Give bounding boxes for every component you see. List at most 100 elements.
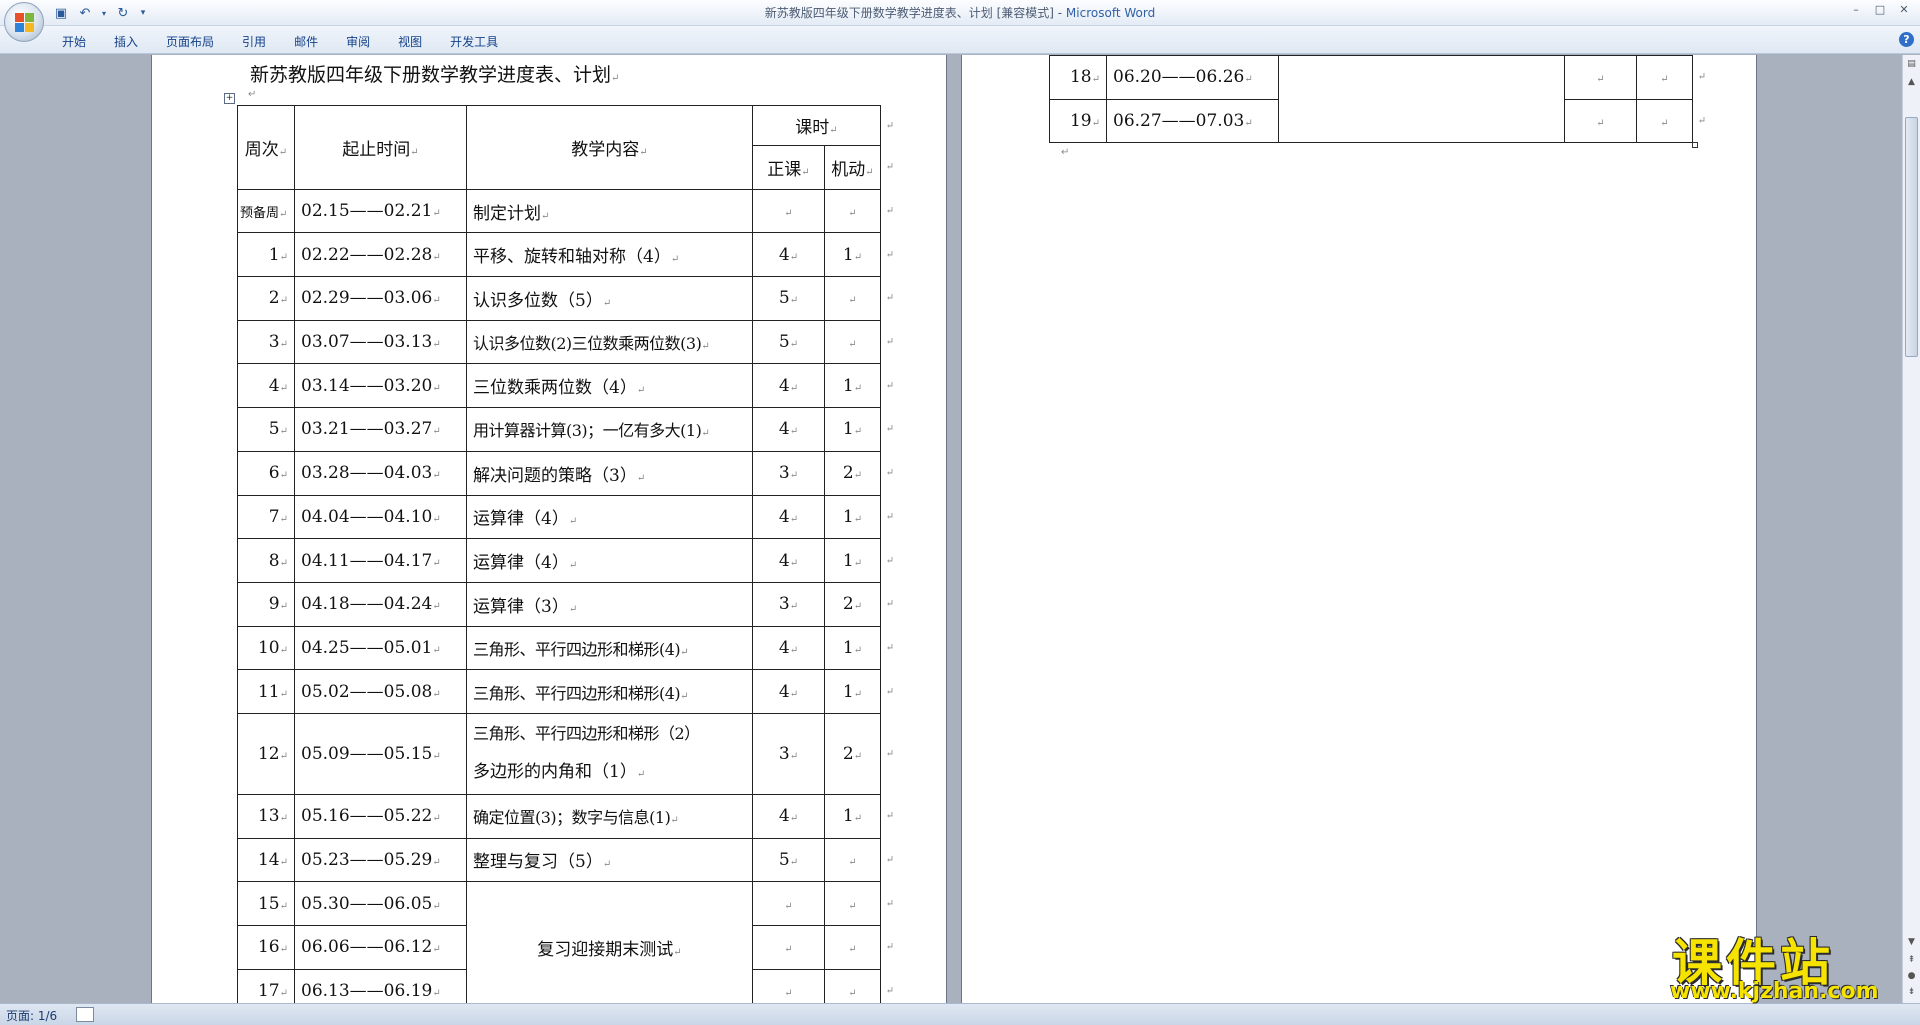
table-row: 7↵ 04.04——04.10↵ 运算律（4）↵ 4↵ 1↵ ↵ <box>237 494 894 540</box>
scroll-down-icon[interactable]: ▼ <box>1904 935 1919 950</box>
scroll-up-icon[interactable]: ▲ <box>1904 75 1919 90</box>
document-title: 新苏教版四年级下册数学教学进度表、计划↵ <box>250 64 620 86</box>
cell-dates: 02.22——02.28↵ <box>294 232 467 278</box>
cell-dates: 02.29——03.06↵ <box>294 276 467 321</box>
tab-mailings[interactable]: 邮件 <box>280 30 332 53</box>
cell-dates: 05.23——05.29↵ <box>294 837 467 883</box>
cell-flexible: ↵ ↵ <box>1636 55 1706 100</box>
ribbon-tabs: 开始 插入 页面布局 引用 邮件 审阅 视图 开发工具 <box>48 30 512 53</box>
proofing-status-icon[interactable] <box>76 1007 94 1022</box>
table-resize-handle-icon[interactable] <box>1692 142 1698 148</box>
cell-week: 8↵ <box>237 538 295 583</box>
cell-flexible: 2↵ ↵ <box>824 450 894 496</box>
cell-dates: 05.09——05.15↵ <box>294 712 467 795</box>
tab-insert[interactable]: 插入 <box>100 30 152 53</box>
table-row: 10↵ 04.25——05.01↵ 三角形、平行四边形和梯形(4)↵ 4↵ 1↵… <box>237 625 894 671</box>
cell-regular: 5↵ <box>752 276 825 321</box>
cell-flexible: 2↵ ↵ <box>824 712 894 795</box>
header-regular: 正课↵ <box>752 145 825 190</box>
office-button[interactable] <box>4 2 44 42</box>
cell-week: 18↵ <box>1049 55 1107 100</box>
cell-flexible: 1↵ ↵ <box>824 669 894 714</box>
cell-week: 3↵ <box>237 319 295 365</box>
window-controls: – □ ✕ <box>1844 0 1916 18</box>
cell-week: 9↵ <box>237 581 295 627</box>
vertical-scrollbar[interactable]: ▤ ▲ ▼ ⇞ ● ⇟ <box>1902 55 1920 1003</box>
tab-home[interactable]: 开始 <box>48 30 100 53</box>
scrollbar-thumb[interactable] <box>1905 117 1918 357</box>
schedule-table-continued[interactable]: 18↵ 06.20——06.26↵ ↵ ↵ ↵ 19↵ 06.27——07.03↵… <box>1049 55 1706 144</box>
previous-page-icon[interactable]: ⇞ <box>1904 953 1919 968</box>
cell-week: 5↵ <box>237 407 295 452</box>
cell-flexible: 1↵ ↵ <box>824 625 894 671</box>
minimize-button[interactable]: – <box>1844 0 1868 18</box>
document-area[interactable]: 新苏教版四年级下册数学教学进度表、计划↵ + ↵ 周次↵ 起止时间↵ 教学内容↵… <box>0 55 1902 1003</box>
table-row: 13↵ 05.16——05.22↵ 确定位置(3)；数字与信息(1)↵ 4↵ 1… <box>237 793 894 839</box>
table-row: 预备周↵ 02.15——02.21↵ 制定计划↵ ↵ ↵ ↵ <box>237 188 894 234</box>
table-row: 9↵ 04.18——04.24↵ 运算律（3）↵ 3↵ 2↵ ↵ <box>237 581 894 627</box>
cell-week: 17↵ <box>237 968 295 1003</box>
ruler-toggle-icon[interactable]: ▤ <box>1904 57 1919 72</box>
cell-regular: ↵ <box>1564 98 1637 144</box>
cell-content-merged: 复习迎接期末测试↵ <box>466 881 753 1003</box>
cell-content-merged <box>1278 55 1565 144</box>
cell-week: 19↵ <box>1049 98 1107 144</box>
cell-flexible: 1↵ ↵ <box>824 363 894 409</box>
cell-regular: 3↵ <box>752 450 825 496</box>
cell-content: 整理与复习（5）↵ <box>466 837 753 883</box>
cell-flexible: ↵ ↵ <box>824 276 894 321</box>
page-number-indicator[interactable]: 页面: 1/6 <box>6 1007 57 1024</box>
close-button[interactable]: ✕ <box>1892 0 1916 18</box>
cell-regular: ↵ <box>752 925 825 970</box>
cell-regular: 4↵ <box>752 232 825 278</box>
watermark-url: www.kjzhan.com <box>1670 979 1879 1004</box>
table-row: 5↵ 03.21——03.27↵ 用计算器计算(3)；一亿有多大(1)↵ 4↵ … <box>237 407 894 452</box>
office-logo-icon <box>15 13 35 33</box>
cell-dates: 03.21——03.27↵ <box>294 407 467 452</box>
maximize-button[interactable]: □ <box>1868 0 1892 18</box>
cell-flexible: 1↵ ↵ <box>824 407 894 452</box>
cell-regular: ↵ <box>752 968 825 1003</box>
paragraph-mark: ↵ <box>1061 147 1070 158</box>
cell-regular: 4↵ <box>752 494 825 540</box>
tab-view[interactable]: 视图 <box>384 30 436 53</box>
header-dates: 起止时间↵ <box>294 105 467 190</box>
cell-week: 12↵ <box>237 712 295 795</box>
document-page-2[interactable]: 18↵ 06.20——06.26↵ ↵ ↵ ↵ 19↵ 06.27——07.03↵… <box>962 55 1756 1003</box>
cell-flexible: 1↵ ↵ <box>824 494 894 540</box>
cell-week: 14↵ <box>237 837 295 883</box>
window-title: 新苏教版四年级下册数学教学进度表、计划 [兼容模式] - Microsoft W… <box>764 6 1156 20</box>
cell-regular: ↵ <box>1564 55 1637 100</box>
table-row: 6↵ 03.28——04.03↵ 解决问题的策略（3）↵ 3↵ 2↵ ↵ <box>237 450 894 496</box>
tab-developer[interactable]: 开发工具 <box>436 30 512 53</box>
cell-content: 运算律（3）↵ <box>466 581 753 627</box>
paragraph-mark: ↵ <box>248 89 257 100</box>
cell-flexible: ↵ ↵ <box>824 968 894 1003</box>
cell-regular: 5↵ <box>752 837 825 883</box>
table-row: 18↵ 06.20——06.26↵ ↵ ↵ ↵ <box>1049 55 1706 144</box>
cell-content: 用计算器计算(3)；一亿有多大(1)↵ <box>466 407 753 452</box>
cell-regular: 4↵ <box>752 407 825 452</box>
cell-dates: 03.14——03.20↵ <box>294 363 467 409</box>
table-row: 3↵ 03.07——03.13↵ 认识多位数(2)三位数乘两位数(3)↵ 5↵ … <box>237 319 894 365</box>
cell-dates: 06.20——06.26↵ <box>1106 55 1279 100</box>
next-page-icon[interactable]: ⇟ <box>1904 985 1919 1000</box>
help-button[interactable]: ? <box>1899 32 1914 47</box>
cell-regular: 4↵ <box>752 625 825 671</box>
tab-references[interactable]: 引用 <box>228 30 280 53</box>
cell-content: 运算律（4）↵ <box>466 494 753 540</box>
header-content: 教学内容↵ <box>466 105 753 190</box>
cell-content: 三角形、平行四边形和梯形(4)↵ <box>466 625 753 671</box>
document-page-1[interactable]: 新苏教版四年级下册数学教学进度表、计划↵ + ↵ 周次↵ 起止时间↵ 教学内容↵… <box>152 55 946 1003</box>
cell-content: 三角形、平行四边形和梯形（2） 多边形的内角和（1）↵ <box>466 712 753 795</box>
table-row: 1↵ 02.22——02.28↵ 平移、旋转和轴对称（4）↵ 4↵ 1↵ ↵ <box>237 232 894 278</box>
cell-dates: 05.02——05.08↵ <box>294 669 467 714</box>
tab-page-layout[interactable]: 页面布局 <box>152 30 228 53</box>
cell-dates: 06.13——06.19↵ <box>294 968 467 1003</box>
tab-review[interactable]: 审阅 <box>332 30 384 53</box>
cell-week: 10↵ <box>237 625 295 671</box>
schedule-table[interactable]: 周次↵ 起止时间↵ 教学内容↵ 课时↵ ↵ 正课↵ 机动↵ ↵ 预备周↵ 02.15… <box>237 105 894 1003</box>
header-flexible: 机动↵ ↵ <box>824 145 894 190</box>
table-move-handle-icon[interactable]: + <box>224 93 235 104</box>
select-browse-object-icon[interactable]: ● <box>1904 969 1919 984</box>
